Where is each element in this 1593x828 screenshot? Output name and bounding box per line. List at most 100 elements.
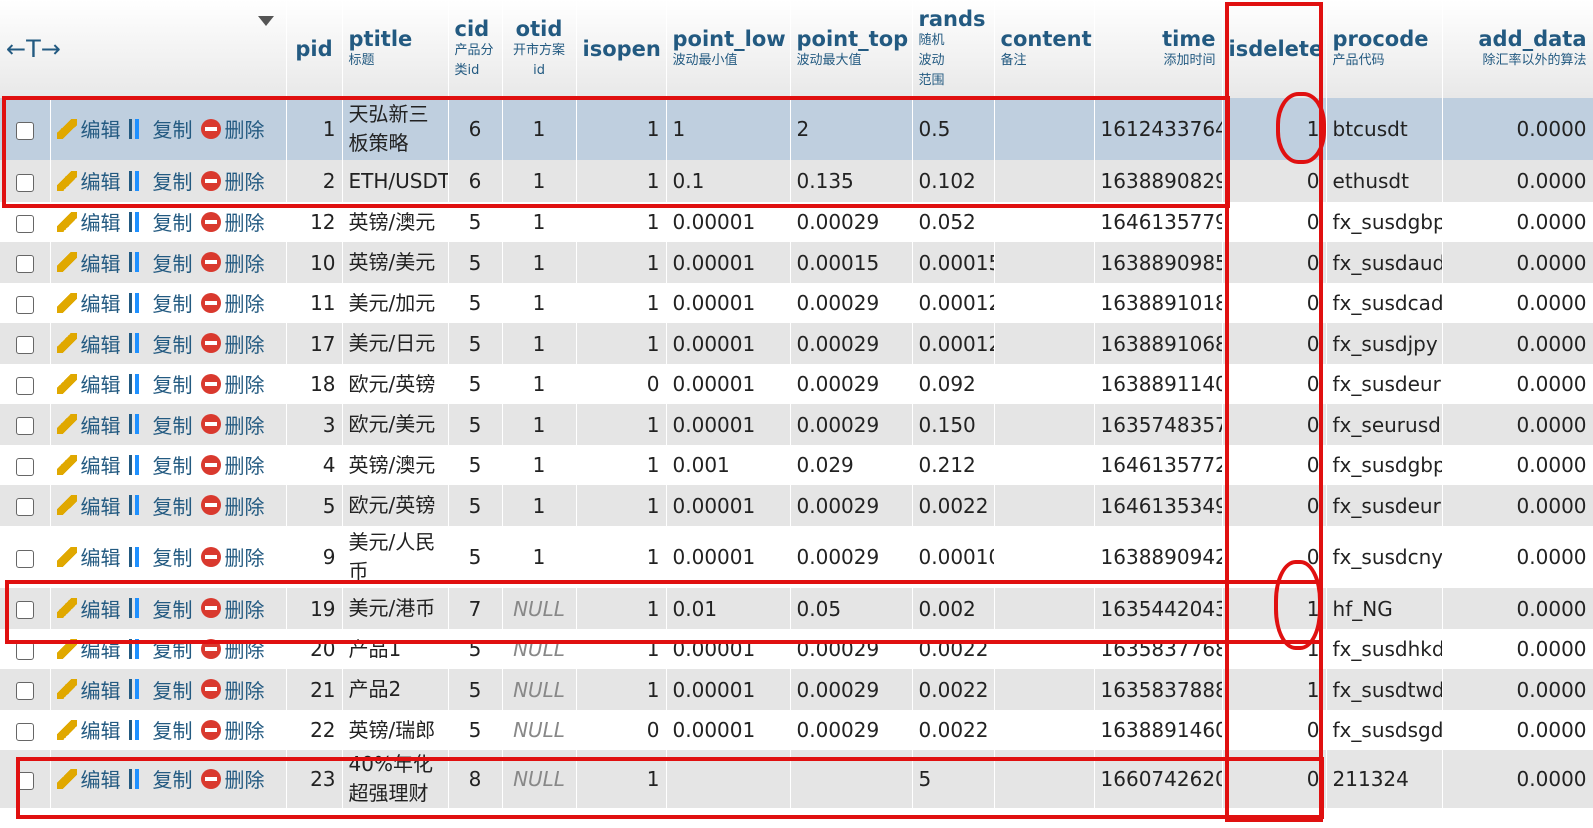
cell-isopen[interactable]: 1 — [576, 202, 667, 242]
row-checkbox[interactable] — [15, 601, 34, 619]
cell-add-data[interactable]: 0.0000 — [1442, 323, 1593, 364]
cell-rands[interactable]: 0.00012 — [912, 323, 995, 364]
cell-content[interactable] — [994, 588, 1095, 629]
cell-procode[interactable]: fx_susdeur — [1326, 364, 1443, 404]
cell-pid[interactable]: 2 — [286, 160, 343, 202]
cell-ptitle[interactable]: 40%年化超强理财 — [342, 750, 449, 808]
cell-rands[interactable]: 0.5 — [912, 98, 995, 160]
cell-time[interactable]: 1612433764 — [1094, 98, 1223, 160]
cell-point-low[interactable]: 0.01 — [666, 588, 791, 629]
cell-point-top[interactable]: 0.00029 — [790, 364, 913, 404]
cell-content[interactable] — [994, 98, 1095, 160]
row-checkbox[interactable] — [15, 549, 34, 568]
cell-rands[interactable]: 0.0022 — [912, 710, 995, 750]
cell-cid[interactable]: 5 — [448, 364, 503, 404]
cell-ptitle[interactable]: 欧元/英镑 — [342, 485, 449, 526]
cell-isopen[interactable]: 1 — [576, 98, 667, 160]
column-resize-arrows-icon[interactable]: ←T→ — [6, 35, 61, 63]
cell-cid[interactable]: 5 — [448, 202, 503, 242]
cell-content[interactable] — [994, 404, 1095, 445]
cell-add-data[interactable]: 0.0000 — [1442, 242, 1593, 283]
row-checkbox[interactable] — [15, 722, 34, 741]
cell-time[interactable]: 1635837768 — [1094, 629, 1223, 669]
cell-isdelete[interactable]: 1 — [1222, 629, 1327, 669]
cell-point-low[interactable]: 0.00001 — [666, 404, 791, 445]
cell-rands[interactable]: 0.0022 — [912, 485, 995, 526]
edit-link[interactable]: 编辑 — [56, 207, 121, 236]
cell-content[interactable] — [994, 750, 1095, 808]
cell-add-data[interactable]: 0.0000 — [1442, 750, 1593, 808]
edit-link[interactable]: 编辑 — [56, 410, 121, 439]
cell-point-top[interactable]: 0.00029 — [790, 323, 913, 364]
header-rands[interactable]: rands 随机波动范围 — [912, 0, 995, 98]
cell-add-data[interactable]: 0.0000 — [1442, 710, 1593, 750]
header-point-low[interactable]: point_low 波动最小值 — [666, 0, 791, 98]
cell-ptitle[interactable]: 美元/港币 — [342, 588, 449, 629]
header-procode[interactable]: procode 产品代码 — [1326, 0, 1443, 98]
cell-add-data[interactable]: 0.0000 — [1442, 445, 1593, 485]
cell-isdelete[interactable]: 0 — [1222, 526, 1327, 588]
cell-point-low[interactable]: 0.00001 — [666, 629, 791, 669]
cell-isdelete[interactable]: 1 — [1222, 588, 1327, 629]
cell-rands[interactable]: 0.092 — [912, 364, 995, 404]
cell-ptitle[interactable]: 欧元/英镑 — [342, 364, 449, 404]
cell-isdelete[interactable]: 0 — [1222, 445, 1327, 485]
cell-cid[interactable]: 5 — [448, 283, 503, 323]
cell-isopen[interactable]: 1 — [576, 160, 667, 202]
cell-add-data[interactable]: 0.0000 — [1442, 364, 1593, 404]
cell-time[interactable]: 1660742620 — [1094, 750, 1223, 808]
copy-link[interactable]: 复制 — [128, 715, 193, 744]
cell-isopen[interactable]: 1 — [576, 445, 667, 485]
cell-isdelete[interactable]: 1 — [1222, 98, 1327, 160]
header-content[interactable]: content 备注 — [994, 0, 1095, 98]
cell-pid[interactable]: 22 — [286, 710, 343, 750]
copy-link[interactable]: 复制 — [128, 207, 193, 236]
cell-cid[interactable]: 6 — [448, 98, 503, 160]
cell-add-data[interactable]: 0.0000 — [1442, 629, 1593, 669]
copy-link[interactable]: 复制 — [128, 369, 193, 398]
cell-content[interactable] — [994, 364, 1095, 404]
edit-link[interactable]: 编辑 — [56, 248, 121, 277]
cell-procode[interactable]: fx_susdjpy — [1326, 323, 1443, 364]
cell-point-low[interactable] — [666, 750, 791, 808]
cell-ptitle[interactable]: 英镑/美元 — [342, 242, 449, 283]
cell-ptitle[interactable]: 欧元/美元 — [342, 404, 449, 445]
cell-isdelete[interactable]: 0 — [1222, 364, 1327, 404]
cell-point-top[interactable]: 0.029 — [790, 445, 913, 485]
cell-content[interactable] — [994, 242, 1095, 283]
cell-content[interactable] — [994, 445, 1095, 485]
cell-point-low[interactable]: 0.00001 — [666, 202, 791, 242]
cell-pid[interactable]: 18 — [286, 364, 343, 404]
cell-ptitle[interactable]: 美元/人民币 — [342, 526, 449, 588]
cell-ptitle[interactable]: 美元/加元 — [342, 283, 449, 323]
copy-link[interactable]: 复制 — [128, 764, 193, 793]
cell-otid[interactable]: 1 — [502, 404, 577, 445]
cell-content[interactable] — [994, 283, 1095, 323]
cell-isopen[interactable]: 1 — [576, 283, 667, 323]
copy-link[interactable]: 复制 — [128, 329, 193, 358]
cell-add-data[interactable]: 0.0000 — [1442, 160, 1593, 202]
cell-rands[interactable]: 0.002 — [912, 588, 995, 629]
cell-time[interactable]: 1638891140 — [1094, 364, 1223, 404]
cell-isopen[interactable]: 1 — [576, 588, 667, 629]
header-isdelete[interactable]: isdelete — [1222, 0, 1327, 98]
delete-link[interactable]: 删除 — [200, 715, 265, 744]
cell-cid[interactable]: 5 — [448, 485, 503, 526]
cell-ptitle[interactable]: 英镑/澳元 — [342, 445, 449, 485]
row-checkbox[interactable] — [15, 214, 34, 233]
cell-time[interactable]: 1638891018 — [1094, 283, 1223, 323]
cell-isdelete[interactable]: 0 — [1222, 283, 1327, 323]
cell-rands[interactable]: 5 — [912, 750, 995, 808]
cell-procode[interactable]: fx_susdgbp — [1326, 202, 1443, 242]
cell-procode[interactable]: fx_susdcad — [1326, 283, 1443, 323]
cell-point-low[interactable]: 0.00001 — [666, 526, 791, 588]
cell-add-data[interactable]: 0.0000 — [1442, 526, 1593, 588]
delete-link[interactable]: 删除 — [200, 288, 265, 317]
cell-rands[interactable]: 0.00010 — [912, 526, 995, 588]
cell-procode[interactable]: fx_susdgbp — [1326, 445, 1443, 485]
cell-cid[interactable]: 5 — [448, 242, 503, 283]
cell-point-top[interactable]: 0.00029 — [790, 485, 913, 526]
cell-procode[interactable]: fx_susdaud — [1326, 242, 1443, 283]
cell-isopen[interactable]: 1 — [576, 485, 667, 526]
cell-content[interactable] — [994, 710, 1095, 750]
